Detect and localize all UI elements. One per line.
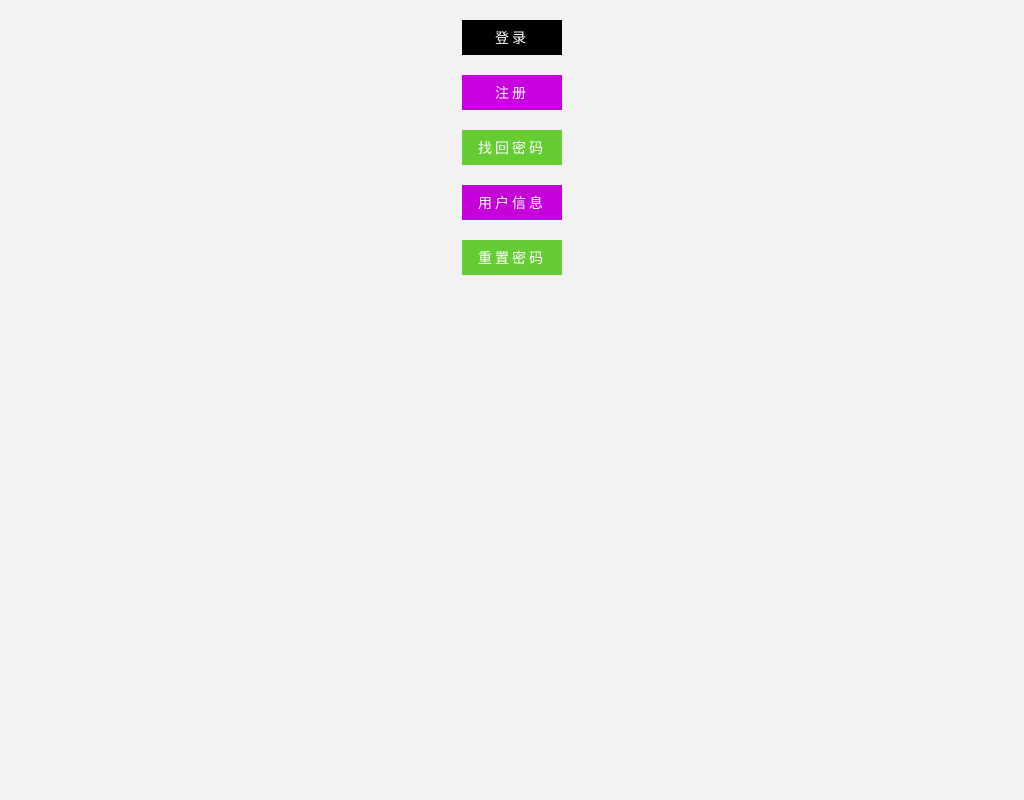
login-button[interactable]: 登录: [462, 20, 562, 55]
user-info-button[interactable]: 用户信息: [462, 185, 562, 220]
recover-password-button[interactable]: 找回密码: [462, 130, 562, 165]
register-button[interactable]: 注册: [462, 75, 562, 110]
reset-password-button[interactable]: 重置密码: [462, 240, 562, 275]
